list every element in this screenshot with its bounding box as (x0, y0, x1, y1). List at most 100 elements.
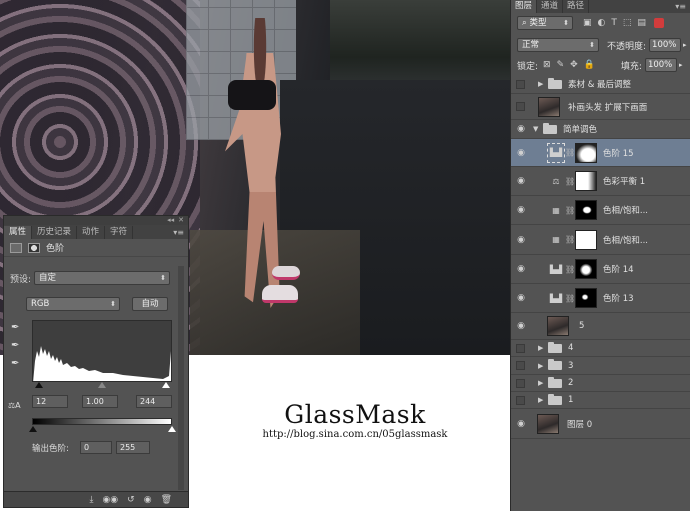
eye-icon[interactable]: ◉ (511, 419, 531, 429)
link-icon[interactable]: ⛓ (565, 206, 575, 215)
visibility-icon[interactable]: ◉ (144, 495, 152, 505)
lock-position-icon[interactable]: ✥ (570, 60, 578, 70)
pixel-filter-icon[interactable]: ▣ (583, 18, 592, 28)
close-icon[interactable]: ✕ (178, 216, 184, 225)
eye-icon[interactable]: ◉ (511, 321, 531, 331)
properties-scrollbar[interactable] (178, 266, 184, 490)
layer-mask-thumbnail[interactable] (575, 200, 597, 220)
layer-row[interactable]: ◉ ▙▟ ⛓ 色阶 14 (511, 255, 690, 284)
filter-toggle-switch[interactable] (653, 18, 664, 28)
link-icon[interactable]: ⛓ (565, 265, 575, 274)
collapse-arrow-icon[interactable]: ▼ (533, 125, 543, 133)
visibility-toggle[interactable] (516, 343, 525, 353)
input-gamma-field[interactable]: 1.00 (82, 395, 118, 408)
eye-icon[interactable]: ◉ (511, 293, 531, 303)
channel-select[interactable]: RGB ⬍ (26, 297, 120, 311)
layer-row[interactable]: ◉ ▼ 简单调色 (511, 120, 690, 139)
expand-arrow-icon[interactable]: ▶ (538, 379, 548, 387)
opacity-dropdown-icon[interactable]: ▸ (683, 41, 687, 49)
white-point-handle[interactable] (162, 382, 170, 388)
input-white-field[interactable]: 244 (136, 395, 172, 408)
layer-row[interactable]: ▶ 2 (511, 375, 690, 392)
smart-object-filter-icon[interactable]: ▤ (637, 18, 646, 28)
layer-row[interactable]: ◉ ▦ ⛓ 色相/饱和... (511, 196, 690, 225)
collapse-icon[interactable]: ◂◂ (167, 216, 174, 225)
visibility-toggle[interactable] (516, 361, 525, 370)
visibility-toggle[interactable] (516, 395, 525, 405)
tab-layers[interactable]: 图层 (511, 0, 538, 13)
lock-pixels-icon[interactable]: ✎ (557, 60, 565, 70)
output-white-handle[interactable] (168, 426, 176, 432)
black-eyedropper-icon[interactable]: ✒ (11, 322, 23, 334)
adjustment-filter-icon[interactable]: ◐ (598, 18, 606, 28)
visibility-toggle[interactable] (516, 79, 525, 89)
panel-menu-icon[interactable]: ▾≡ (675, 0, 690, 13)
eye-icon[interactable]: ◉ (511, 148, 531, 158)
opacity-field[interactable]: 100% (649, 38, 682, 52)
input-black-field[interactable]: 12 (32, 395, 68, 408)
lock-all-icon[interactable]: 🔒 (584, 60, 595, 70)
view-previous-icon[interactable]: ◉◉ (102, 495, 118, 505)
panel-menu-icon[interactable]: ▾≡ (173, 226, 188, 239)
output-slider-track[interactable] (29, 426, 176, 432)
layer-mask-thumbnail[interactable] (575, 229, 597, 250)
preset-select[interactable]: 自定 ⬍ (34, 271, 170, 285)
eye-icon[interactable]: ◉ (511, 235, 531, 245)
scale-icon[interactable]: ⚖A (8, 401, 21, 410)
layer-mask-thumbnail[interactable] (575, 171, 597, 191)
visibility-toggle[interactable] (516, 102, 525, 111)
reset-icon[interactable]: ↺ (127, 495, 135, 505)
layer-row[interactable]: ▶ 1 (511, 392, 690, 409)
expand-arrow-icon[interactable]: ▶ (538, 396, 548, 404)
layer-row[interactable]: ▶ 素材 & 最后调整 (511, 75, 690, 94)
panel-drag-bar[interactable]: ◂◂ ✕ (4, 216, 188, 225)
levels-adjustment-icon[interactable] (10, 242, 22, 253)
shape-filter-icon[interactable]: ⬚ (623, 18, 632, 28)
mask-icon[interactable] (28, 242, 40, 253)
tab-history[interactable]: 历史记录 (32, 226, 78, 239)
eye-icon[interactable]: ◉ (511, 205, 531, 215)
expand-arrow-icon[interactable]: ▶ (538, 80, 548, 88)
gamma-handle[interactable] (98, 382, 106, 388)
visibility-toggle[interactable] (516, 378, 525, 388)
expand-arrow-icon[interactable]: ▶ (538, 344, 548, 352)
layer-row[interactable]: ◉ ▙▟ ⛓ 色阶 13 (511, 284, 690, 313)
output-white-field[interactable]: 255 (116, 441, 150, 454)
tab-channels[interactable]: 通道 (537, 0, 564, 13)
delete-icon[interactable]: 🗑 (161, 495, 172, 505)
eye-icon[interactable]: ◉ (511, 176, 531, 186)
link-icon[interactable]: ⛓ (565, 148, 575, 157)
layer-mask-thumbnail[interactable] (575, 259, 597, 279)
tab-paths[interactable]: 路径 (563, 0, 590, 13)
tab-character[interactable]: 字符 (105, 226, 134, 239)
expand-arrow-icon[interactable]: ▶ (538, 362, 548, 370)
layer-row[interactable]: 补画头发 扩展下画面 (511, 94, 690, 120)
link-icon[interactable]: ⛓ (565, 294, 575, 303)
auto-button[interactable]: 自动 (132, 297, 168, 311)
layer-row[interactable]: ◉ ▦ ⛓ 色相/饱和... (511, 225, 690, 255)
layer-row[interactable]: ▶ 4 (511, 340, 690, 357)
black-point-handle[interactable] (35, 382, 43, 388)
output-black-handle[interactable] (29, 426, 37, 432)
link-icon[interactable]: ⛓ (565, 177, 575, 186)
layer-row[interactable]: ◉ 5 (511, 313, 690, 340)
eye-icon[interactable]: ◉ (511, 264, 531, 274)
blend-mode-select[interactable]: 正常 ⬍ (517, 38, 599, 52)
fill-field[interactable]: 100% (644, 58, 677, 72)
tab-actions[interactable]: 动作 (77, 226, 106, 239)
layer-row[interactable]: ◉ ⚖ ⛓ 色彩平衡 1 (511, 167, 690, 196)
layer-row[interactable]: ◉ 图层 0 (511, 409, 690, 439)
lock-transparent-icon[interactable]: ⊠ (543, 60, 551, 70)
layer-row[interactable]: ▶ 3 (511, 357, 690, 375)
eye-icon[interactable]: ◉ (511, 124, 531, 134)
white-eyedropper-icon[interactable]: ✒ (11, 358, 23, 370)
fill-dropdown-icon[interactable]: ▸ (679, 61, 683, 69)
tab-properties[interactable]: 属性 (4, 226, 33, 239)
type-filter-icon[interactable]: T (611, 18, 617, 28)
input-slider-track[interactable] (32, 382, 172, 388)
link-icon[interactable]: ⛓ (565, 235, 575, 244)
layer-mask-thumbnail[interactable] (575, 142, 597, 163)
layer-row-selected[interactable]: ◉ ▙▟ ⛓ 色阶 15 (511, 139, 690, 167)
gray-eyedropper-icon[interactable]: ✒ (11, 340, 23, 352)
layer-mask-thumbnail[interactable] (575, 288, 597, 308)
